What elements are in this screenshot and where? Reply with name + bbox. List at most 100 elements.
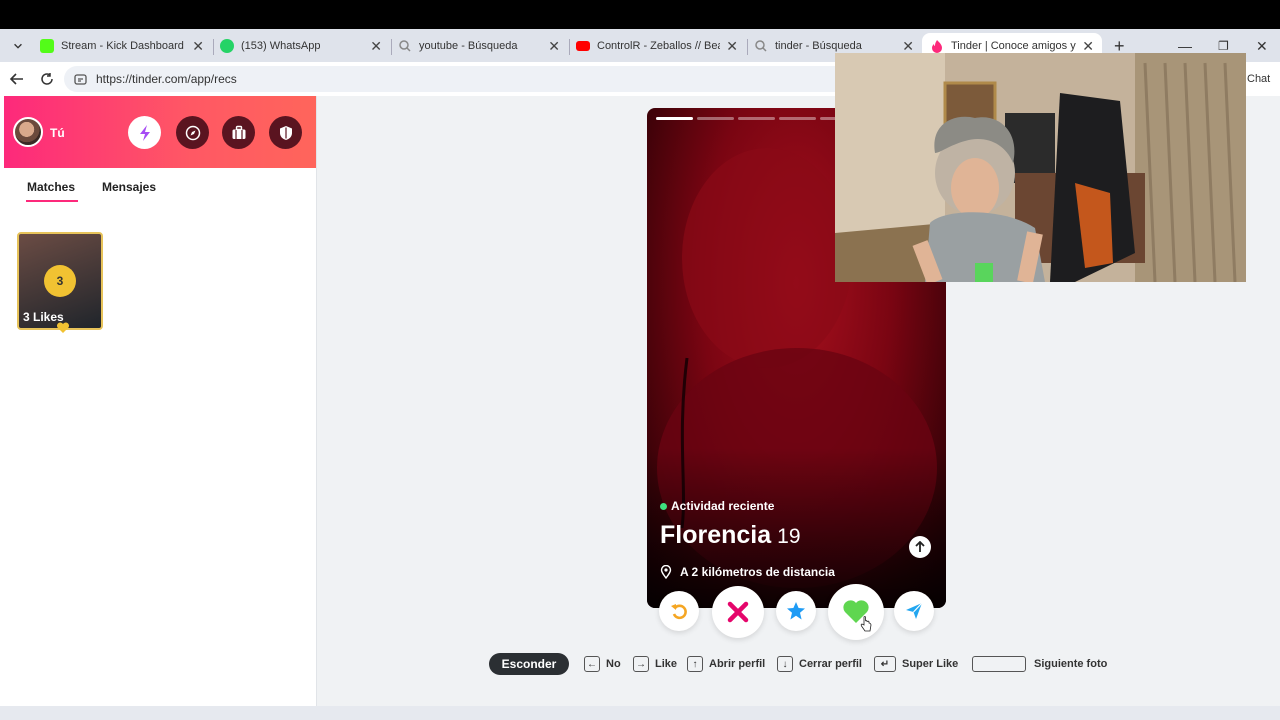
hint-next-label: Siguiente foto [1034, 658, 1108, 670]
tab-title: youtube - Búsqueda [419, 40, 518, 52]
photo-indicator [697, 117, 734, 120]
webcam-feed [835, 53, 1246, 282]
reload-icon[interactable] [40, 72, 54, 86]
hint-like-label: Like [655, 658, 678, 670]
close-icon[interactable]: ✕ [370, 38, 382, 55]
top-black-bar [0, 0, 1280, 29]
boost-send-button[interactable] [894, 591, 934, 631]
sidebar: Tú Matches Mensajes 3 3 Likes [0, 96, 317, 706]
distance-text: A 2 kilómetros de distancia [680, 565, 835, 579]
close-window-button[interactable]: ✕ [1248, 33, 1272, 59]
work-button[interactable] [222, 116, 255, 149]
lightning-icon [139, 124, 150, 141]
compass-icon [185, 125, 200, 140]
tab-whatsapp[interactable]: (153) WhatsApp ✕ [212, 33, 390, 59]
close-icon[interactable]: ✕ [192, 38, 204, 55]
close-x-icon [727, 601, 749, 623]
address-bar[interactable]: https://tinder.com/app/recs [64, 66, 964, 92]
online-dot-icon [660, 502, 667, 510]
hint-open-label: Abrir perfil [709, 658, 766, 670]
tab-youtube-video[interactable]: ControlR - Zeballos // Beat: N ✕ [568, 33, 746, 59]
maximize-icon: ❐ [1218, 39, 1229, 53]
paper-plane-icon [906, 602, 923, 619]
rewind-button[interactable] [659, 591, 699, 631]
url-text: https://tinder.com/app/recs [96, 72, 237, 86]
whatsapp-icon [220, 39, 234, 53]
minimize-icon: — [1178, 38, 1192, 54]
tab-title: (153) WhatsApp [241, 40, 321, 52]
safety-button[interactable] [269, 116, 302, 149]
star-icon [787, 602, 805, 620]
recent-activity: Actividad reciente [660, 499, 774, 513]
explore-button[interactable] [176, 116, 209, 149]
chevron-down-icon [14, 43, 22, 49]
tab-title: Tinder | Conoce amigos y ge [951, 40, 1076, 52]
hand-cursor-icon [860, 616, 872, 632]
hint-close-label: Cerrar perfil [799, 658, 862, 670]
site-info-icon[interactable] [74, 73, 87, 86]
location-pin-icon [660, 565, 672, 579]
hint-superlike: ↵ Super Like [874, 652, 958, 676]
spacebar-key-icon [972, 656, 1026, 672]
close-icon[interactable]: ✕ [726, 38, 738, 55]
activity-text: Actividad reciente [671, 499, 775, 513]
arrow-up-key-icon: ↑ [687, 656, 703, 672]
search-icon [755, 40, 767, 52]
profile-name: Florencia 19 [660, 521, 801, 550]
enter-key-icon: ↵ [874, 656, 896, 672]
user-label[interactable]: Tú [50, 126, 65, 140]
hint-open-profile: ↑ Abrir perfil [687, 652, 765, 676]
tab-title: Stream - Kick Dashboard [61, 40, 184, 52]
close-icon[interactable]: ✕ [1082, 38, 1094, 55]
hint-like: → Like [633, 652, 677, 676]
close-icon[interactable]: ✕ [902, 38, 914, 55]
name-text: Florencia [660, 521, 772, 549]
rewind-icon [671, 604, 687, 620]
sidebar-header: Tú [4, 96, 316, 168]
kick-icon [40, 39, 54, 53]
heart-icon [56, 322, 70, 333]
keyboard-hints: Esconder ← No → Like ↑ Abrir perfil ↓ Ce… [489, 652, 1129, 676]
webcam-overlay [835, 53, 1246, 282]
hint-close-profile: ↓ Cerrar perfil [777, 652, 862, 676]
tab-title: tinder - Búsqueda [775, 40, 862, 52]
youtube-icon [576, 41, 590, 51]
likes-card[interactable]: 3 3 Likes [17, 232, 103, 333]
back-arrow-icon[interactable] [9, 72, 24, 86]
superlike-button[interactable] [776, 591, 816, 631]
hint-next-photo: Siguiente foto [972, 652, 1107, 676]
avatar[interactable] [13, 117, 43, 147]
tab-matches[interactable]: Matches [27, 180, 75, 194]
arrow-up-icon [915, 541, 925, 552]
tab-messages[interactable]: Mensajes [102, 180, 156, 194]
sidebar-tabs: Matches Mensajes [0, 180, 316, 202]
nope-button[interactable] [712, 586, 764, 638]
chat-button[interactable]: Chat [1247, 73, 1270, 85]
age-text: 19 [777, 525, 801, 548]
arrow-left-key-icon: ← [584, 656, 600, 672]
hint-no: ← No [584, 652, 621, 676]
likes-count-badge: 3 [44, 265, 76, 297]
shield-icon [279, 125, 292, 140]
hint-no-label: No [606, 658, 621, 670]
arrow-right-key-icon: → [633, 656, 649, 672]
tab-list-button[interactable] [4, 33, 32, 59]
tab-kick[interactable]: Stream - Kick Dashboard ✕ [32, 33, 212, 59]
close-icon: ✕ [1256, 37, 1268, 54]
photo-indicator [738, 117, 775, 120]
photo-indicator-active [656, 117, 693, 120]
taskbar [0, 706, 1280, 720]
open-profile-button[interactable] [909, 536, 931, 558]
active-tab-underline [26, 200, 78, 202]
search-icon [399, 40, 411, 52]
hide-hints-button[interactable]: Esconder [489, 653, 569, 675]
tab-youtube-search[interactable]: youtube - Búsqueda ✕ [390, 33, 568, 59]
distance: A 2 kilómetros de distancia [660, 565, 835, 579]
tab-title: ControlR - Zeballos // Beat: N [597, 40, 720, 52]
like-button[interactable] [828, 584, 884, 640]
arrow-down-key-icon: ↓ [777, 656, 793, 672]
boost-button[interactable] [128, 116, 161, 149]
close-icon[interactable]: ✕ [548, 38, 560, 55]
screen: Stream - Kick Dashboard ✕ (153) WhatsApp… [0, 0, 1280, 720]
hint-superlike-label: Super Like [902, 658, 959, 670]
